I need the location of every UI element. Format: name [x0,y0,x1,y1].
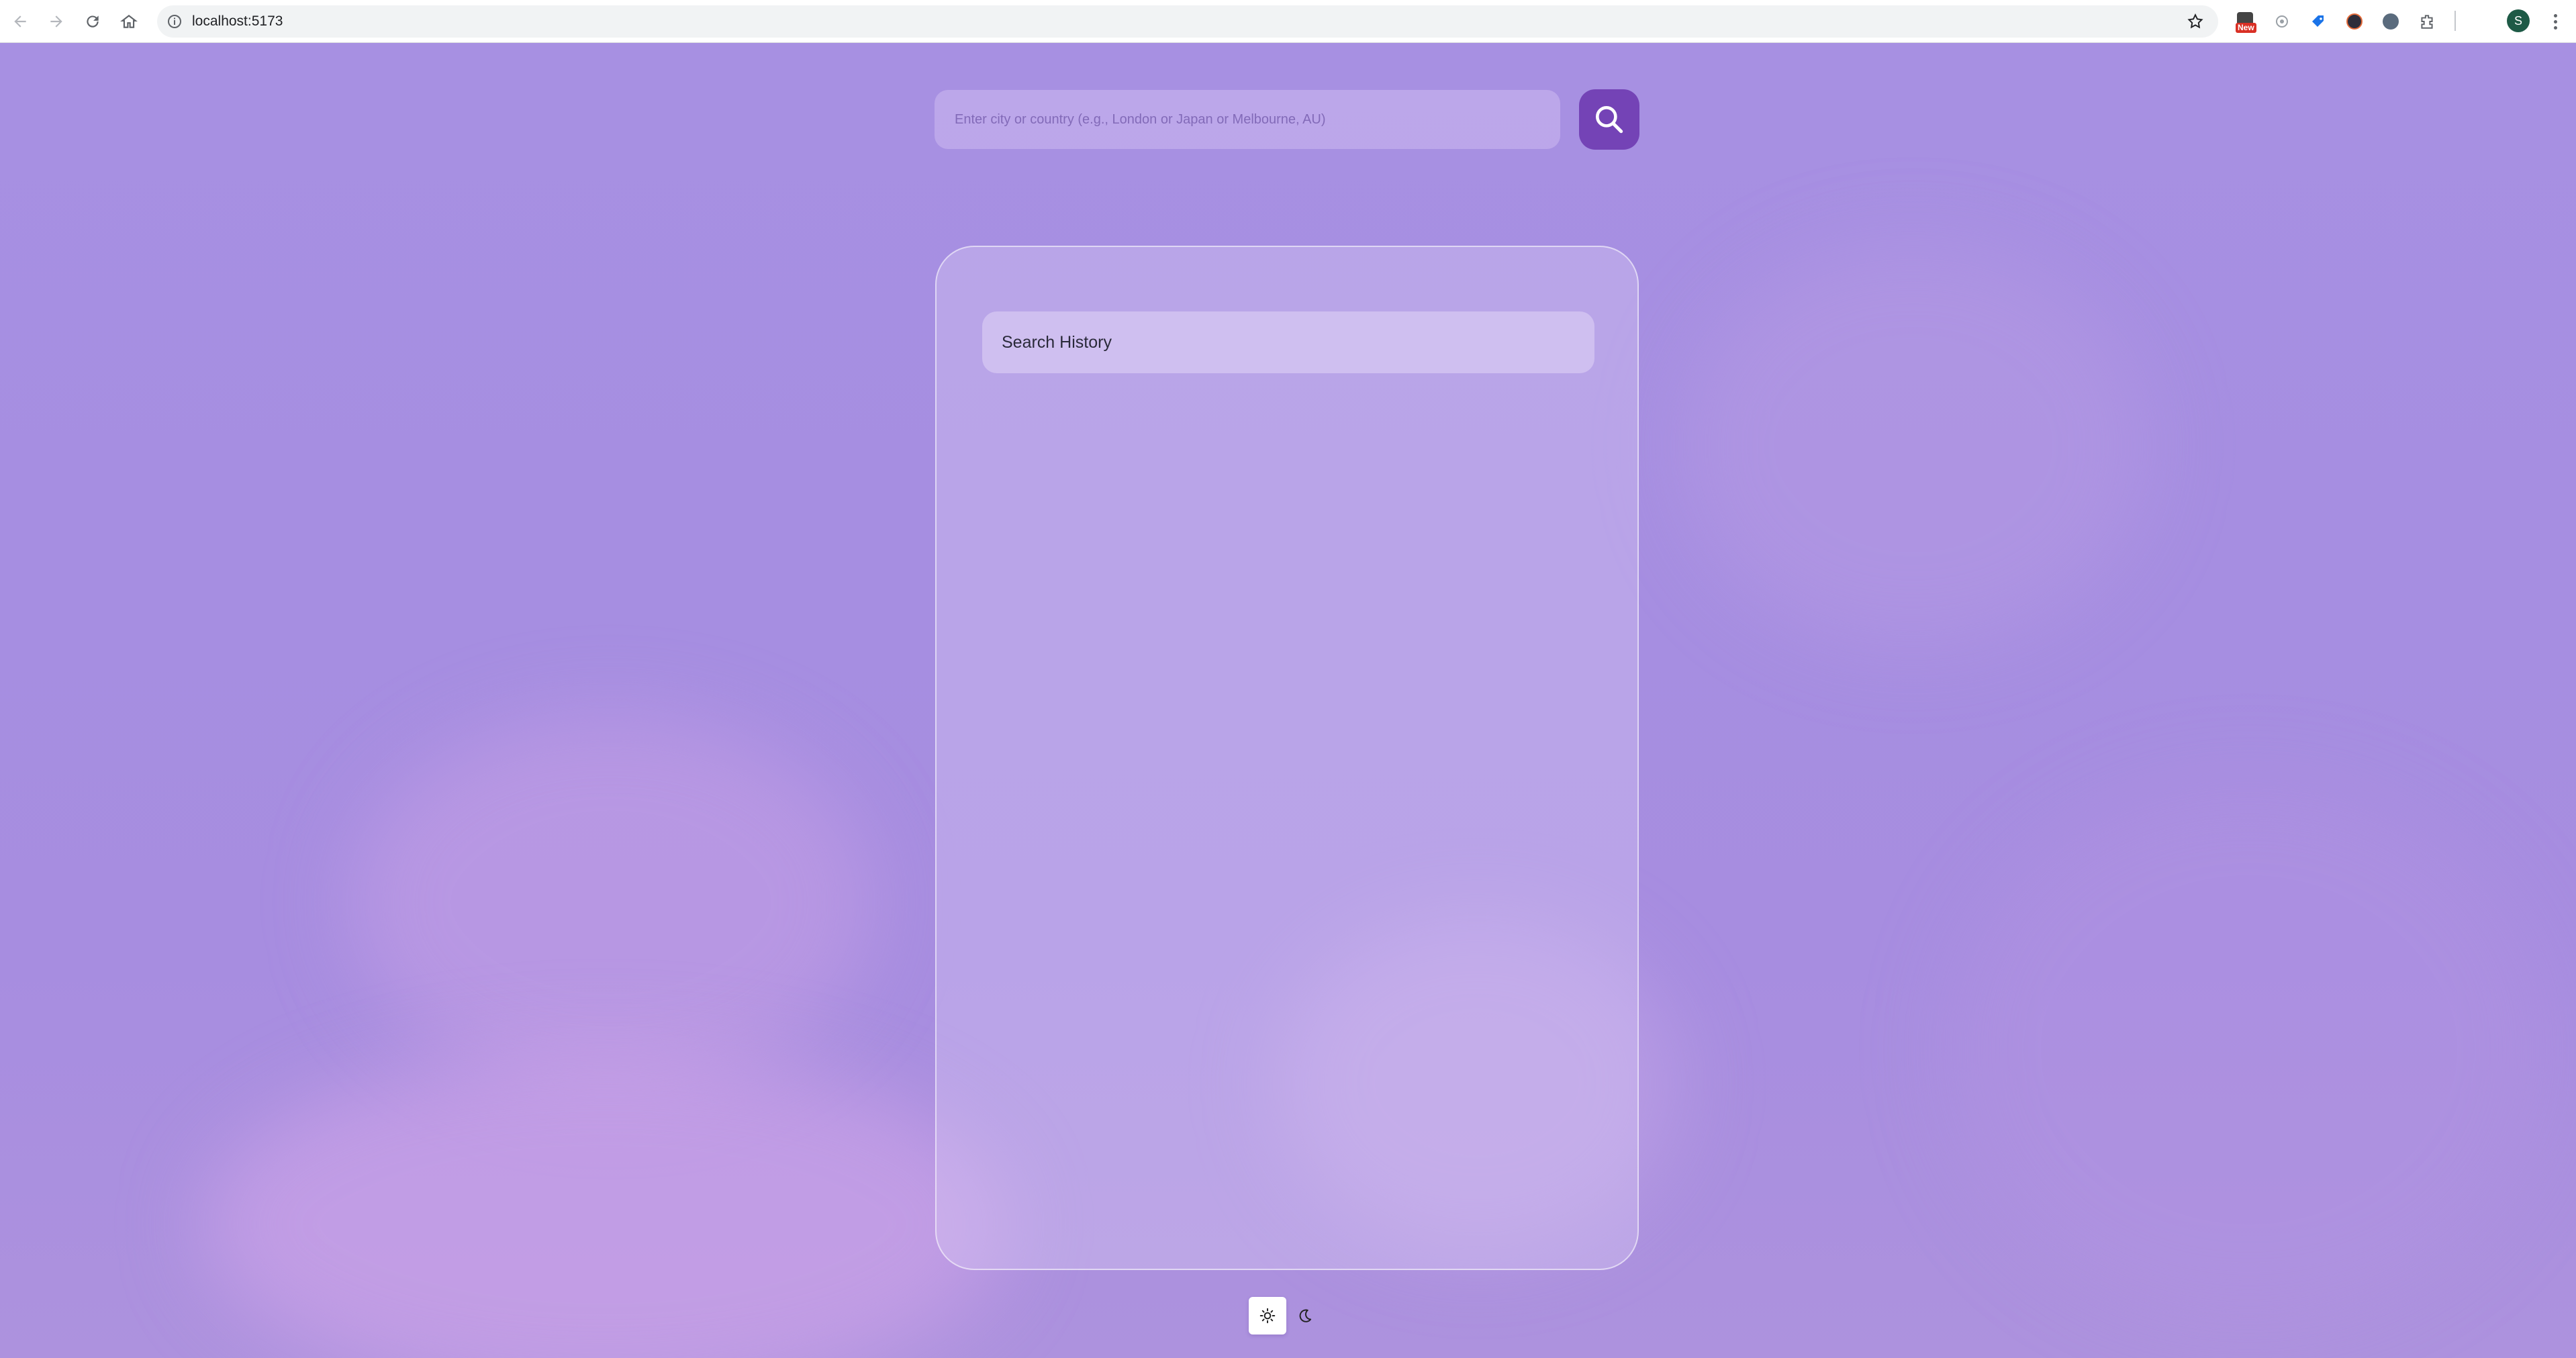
extension-gear-icon[interactable] [2270,9,2294,34]
extension-new-icon[interactable]: New [2233,9,2257,34]
site-info-icon[interactable] [164,11,185,32]
browser-toolbar: localhost:5173 New S [0,0,2576,43]
bookmark-star-icon[interactable] [2185,11,2206,32]
extension-tag-icon[interactable] [2306,9,2330,34]
city-search-input[interactable] [935,90,1560,149]
background-cloud [1947,781,2551,1318]
weather-app-page: Search History [0,43,2576,1358]
url-text: localhost:5173 [192,13,283,29]
theme-toggle [1249,1297,1324,1335]
address-bar[interactable]: localhost:5173 [157,5,2218,38]
search-history-title: Search History [982,311,1594,373]
browser-menu-icon[interactable] [2544,9,2566,34]
background-cloud [349,714,873,1090]
reload-icon[interactable] [79,8,106,35]
sun-icon [1259,1308,1276,1324]
search-button[interactable] [1579,89,1639,150]
extensions-puzzle-icon[interactable] [2415,9,2439,34]
background-cloud [1678,244,2148,647]
forward-icon[interactable] [43,8,70,35]
home-icon[interactable] [115,8,142,35]
light-mode-button[interactable] [1249,1297,1286,1335]
back-icon[interactable] [7,8,34,35]
profile-avatar[interactable]: S [2507,9,2530,32]
toolbar-divider [2454,11,2456,31]
extension-dark-icon[interactable] [2342,9,2367,34]
background-cloud [201,1050,1007,1358]
moon-icon [1299,1309,1312,1322]
dark-mode-button[interactable] [1286,1297,1324,1335]
search-icon [1596,106,1623,134]
extension-globe-icon[interactable] [2379,9,2403,34]
search-history-panel: Search History [935,246,1639,1270]
